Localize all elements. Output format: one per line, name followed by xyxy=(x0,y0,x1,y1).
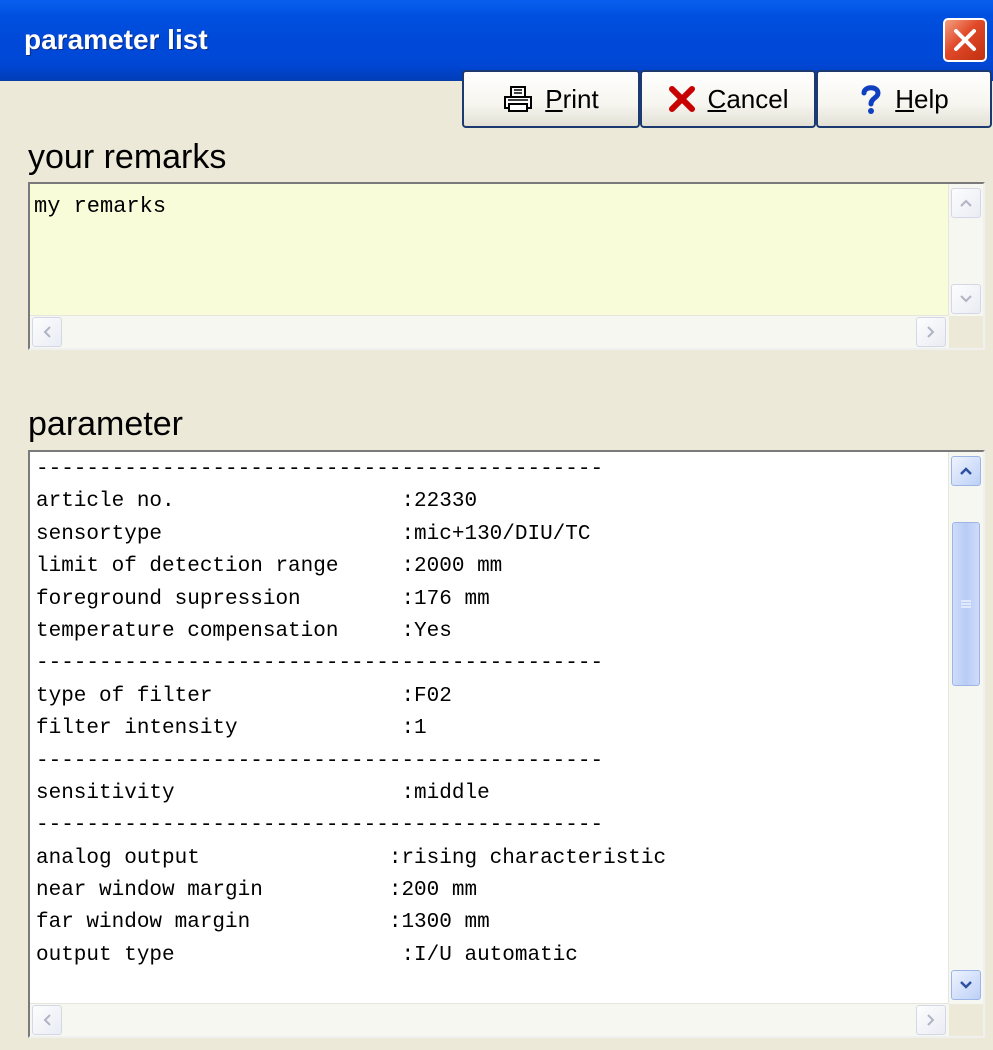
scroll-right-button[interactable] xyxy=(916,317,946,347)
parameter-line: type of filter :F02 xyxy=(36,684,452,708)
parameter-line: ----------------------------------------… xyxy=(36,652,604,676)
scroll-corner xyxy=(949,316,983,348)
chevron-left-icon xyxy=(43,1014,51,1026)
parameter-line: output type :I/U automatic xyxy=(36,943,578,967)
title-bar: parameter list xyxy=(0,0,993,81)
chevron-down-icon xyxy=(960,295,972,303)
scroll-thumb[interactable] xyxy=(952,522,980,686)
blue-question-icon xyxy=(861,85,881,114)
help-button[interactable]: Help xyxy=(816,70,992,128)
remarks-value[interactable]: my remarks xyxy=(34,194,166,219)
scroll-down-button[interactable] xyxy=(951,970,981,1000)
chevron-right-icon xyxy=(927,1014,935,1026)
remarks-heading: your remarks xyxy=(28,138,227,176)
scroll-corner xyxy=(949,1004,983,1036)
grip-icon xyxy=(961,600,971,608)
parameter-line: sensitivity :middle xyxy=(36,781,490,805)
cancel-label: Cancel xyxy=(707,83,789,114)
chevron-left-icon xyxy=(43,326,51,338)
print-button[interactable]: Print xyxy=(462,70,640,128)
parameter-line: analog output :rising characteristic xyxy=(36,846,667,870)
scroll-right-button[interactable] xyxy=(916,1005,946,1035)
close-icon xyxy=(954,29,976,51)
parameter-line: temperature compensation :Yes xyxy=(36,619,452,643)
window-title: parameter list xyxy=(24,24,208,55)
parameter-text: ----------------------------------------… xyxy=(36,454,666,972)
scroll-left-button[interactable] xyxy=(32,317,62,347)
scroll-up-button[interactable] xyxy=(951,188,981,218)
parameter-line: far window margin :1300 mm xyxy=(36,911,490,935)
help-label: Help xyxy=(895,83,949,114)
remarks-textarea[interactable]: my remarks xyxy=(28,182,985,350)
chevron-down-icon xyxy=(960,981,972,989)
parameter-line: ----------------------------------------… xyxy=(36,814,604,838)
printer-icon xyxy=(504,86,533,112)
parameter-line: ----------------------------------------… xyxy=(36,749,604,773)
chevron-up-icon xyxy=(960,467,972,475)
red-x-icon xyxy=(668,86,695,112)
parameter-line: foreground supression :176 mm xyxy=(36,587,490,611)
parameter-heading: parameter xyxy=(28,405,183,443)
scroll-down-button[interactable] xyxy=(951,284,981,314)
print-label: Print xyxy=(545,83,599,114)
parameter-line: ----------------------------------------… xyxy=(36,458,604,481)
parameter-vertical-scrollbar[interactable] xyxy=(948,452,983,1004)
remarks-horizontal-scrollbar[interactable] xyxy=(30,315,949,348)
parameter-horizontal-scrollbar[interactable] xyxy=(30,1003,949,1036)
close-button[interactable] xyxy=(943,18,987,62)
chevron-up-icon xyxy=(960,199,972,207)
parameter-line: near window margin :200 mm xyxy=(36,879,478,903)
parameter-listbox[interactable]: ----------------------------------------… xyxy=(28,450,985,1038)
remarks-vertical-scrollbar[interactable] xyxy=(948,184,983,316)
parameter-line: limit of detection range :2000 mm xyxy=(36,555,503,579)
scroll-left-button[interactable] xyxy=(32,1005,62,1035)
parameter-line: article no. :22330 xyxy=(36,490,478,514)
cancel-button[interactable]: Cancel xyxy=(640,70,816,128)
parameter-line: sensortype :mic+130/DIU/TC xyxy=(36,522,591,546)
chevron-right-icon xyxy=(927,326,935,338)
scroll-up-button[interactable] xyxy=(951,456,981,486)
parameter-line: filter intensity :1 xyxy=(36,717,427,741)
